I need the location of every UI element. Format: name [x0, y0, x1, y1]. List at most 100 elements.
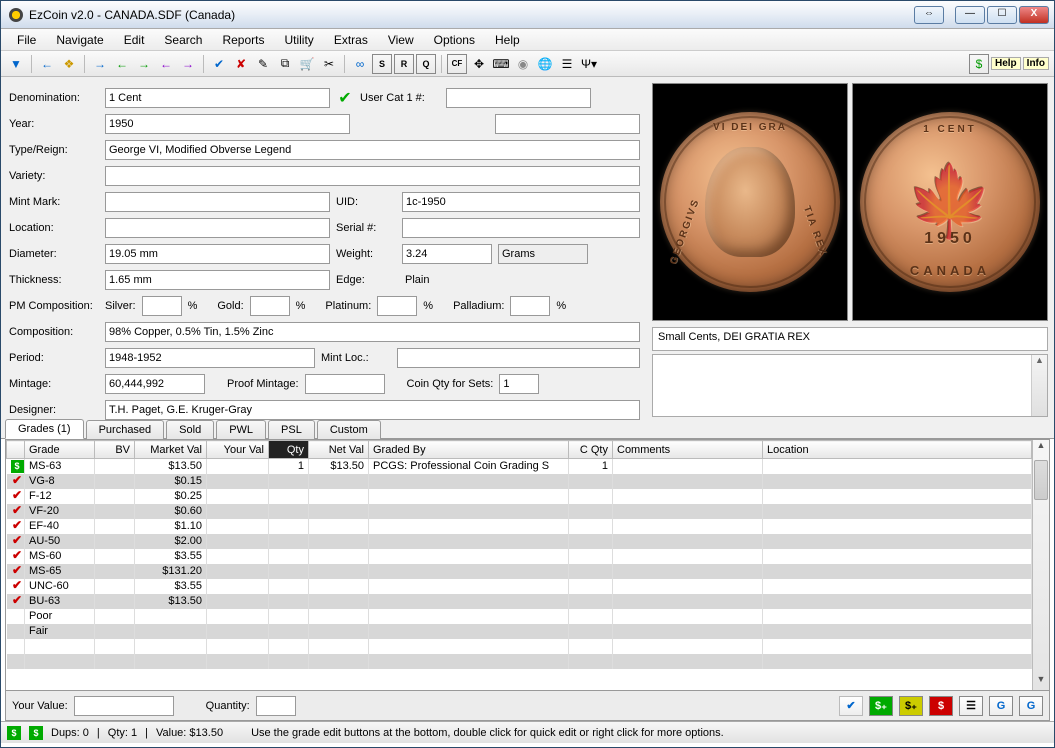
confirm-button[interactable]: ✔ [839, 696, 863, 716]
menu-search[interactable]: Search [154, 30, 212, 50]
remove-money-button[interactable]: $ [929, 696, 953, 716]
thickness-input[interactable] [105, 270, 330, 290]
platinum-input[interactable] [377, 296, 417, 316]
reverse-image[interactable]: 1 CENT 🍁 1950 CANADA [852, 83, 1048, 321]
link-icon[interactable]: ∞ [350, 54, 370, 74]
list-button[interactable]: ☰ [959, 696, 983, 716]
tab-custom[interactable]: Custom [317, 420, 381, 439]
col-header[interactable]: Graded By [369, 441, 569, 459]
notes-scrollbar[interactable]: ▲ [1031, 355, 1047, 416]
year-extra-input[interactable] [495, 114, 640, 134]
maximize-button[interactable]: ☐ [987, 6, 1017, 24]
status-money-icon-2[interactable]: $ [29, 726, 43, 740]
nav-target-icon[interactable]: ❖ [59, 54, 79, 74]
nav-fwd-blue-icon[interactable]: → [90, 54, 110, 74]
cancel-icon[interactable]: ✘ [231, 54, 251, 74]
coin-icon[interactable]: ◉ [513, 54, 533, 74]
grid-scrollbar[interactable]: ▲▼ [1032, 440, 1049, 690]
table-row[interactable]: Fair [7, 624, 1032, 639]
menu-options[interactable]: Options [424, 30, 485, 50]
col-header[interactable]: Comments [613, 441, 763, 459]
help-button[interactable]: Help [991, 57, 1021, 70]
col-header[interactable]: Your Val [207, 441, 269, 459]
info-button[interactable]: Info [1023, 57, 1049, 70]
menu-reports[interactable]: Reports [212, 30, 274, 50]
nav-fwd-purple-icon[interactable]: → [178, 54, 198, 74]
designer-input[interactable] [105, 400, 640, 420]
table-row[interactable]: $MS-63$13.501$13.50PCGS: Professional Co… [7, 459, 1032, 474]
list-icon[interactable]: ☰ [557, 54, 577, 74]
mintmark-select[interactable] [105, 192, 330, 212]
diameter-input[interactable] [105, 244, 330, 264]
add-money-yellow-button[interactable]: $₊ [899, 696, 923, 716]
serial-input[interactable] [402, 218, 640, 238]
menu-file[interactable]: File [7, 30, 46, 50]
add-money-button[interactable]: $₊ [869, 696, 893, 716]
psi-icon[interactable]: Ψ▾ [579, 54, 599, 74]
col-header[interactable]: Net Val [309, 441, 369, 459]
menu-view[interactable]: View [378, 30, 424, 50]
nav-back-green-icon[interactable]: ← [112, 54, 132, 74]
menu-navigate[interactable]: Navigate [46, 30, 113, 50]
edit-icon[interactable]: ✎ [253, 54, 273, 74]
year-select[interactable]: 1950 [105, 114, 350, 134]
table-row[interactable]: ✔MS-60$3.55 [7, 549, 1032, 564]
check-icon[interactable]: ✔ [209, 54, 229, 74]
table-row[interactable]: ✔EF-40$1.10 [7, 519, 1032, 534]
composition-input[interactable] [105, 322, 640, 342]
tab-purchased[interactable]: Purchased [86, 420, 165, 439]
nav-fwd-green-icon[interactable]: → [134, 54, 154, 74]
col-header[interactable]: Qty [269, 441, 309, 459]
move-button[interactable]: ⇔ [914, 6, 944, 24]
table-row[interactable]: ✔F-12$0.25 [7, 489, 1032, 504]
table-row[interactable]: Poor [7, 609, 1032, 624]
notes-box[interactable]: ▲ [652, 354, 1048, 417]
cf-button[interactable]: CF [447, 54, 467, 74]
weight-unit-select[interactable]: Grams [498, 244, 588, 264]
tab-psl[interactable]: PSL [268, 420, 315, 439]
menu-edit[interactable]: Edit [114, 30, 155, 50]
table-row[interactable]: ✔AU-50$2.00 [7, 534, 1032, 549]
g-button-1[interactable]: G [989, 696, 1013, 716]
table-row[interactable]: ✔BU-63$13.50 [7, 594, 1032, 609]
table-row[interactable]: ✔MS-65$131.20 [7, 564, 1032, 579]
variety-select[interactable] [105, 166, 640, 186]
colors-icon[interactable]: ✥ [469, 54, 489, 74]
location-select[interactable] [105, 218, 330, 238]
uid-input[interactable] [402, 192, 640, 212]
money-icon[interactable]: $ [969, 54, 989, 74]
table-row[interactable]: ✔VG-8$0.15 [7, 474, 1032, 489]
g-button-2[interactable]: G [1019, 696, 1043, 716]
table-row[interactable]: ✔UNC-60$3.55 [7, 579, 1032, 594]
denomination-select[interactable]: 1 Cent [105, 88, 330, 108]
menu-help[interactable]: Help [485, 30, 530, 50]
r-button[interactable]: R [394, 54, 414, 74]
palladium-input[interactable] [510, 296, 550, 316]
nav-back-icon[interactable]: ← [37, 54, 57, 74]
tab-sold[interactable]: Sold [166, 420, 214, 439]
col-header[interactable] [7, 441, 25, 459]
cart-icon[interactable]: 🛒 [297, 54, 317, 74]
col-header[interactable]: C Qty [569, 441, 613, 459]
silver-input[interactable] [142, 296, 182, 316]
user-cat-input[interactable] [446, 88, 591, 108]
setqty-input[interactable] [499, 374, 539, 394]
period-input[interactable] [105, 348, 315, 368]
col-header[interactable]: Market Val [135, 441, 207, 459]
gold-input[interactable] [250, 296, 290, 316]
your-value-input[interactable] [74, 696, 174, 716]
globe-icon[interactable]: 🌐 [535, 54, 555, 74]
status-money-icon-1[interactable]: $ [7, 726, 21, 740]
nav-back-purple-icon[interactable]: ← [156, 54, 176, 74]
keyboard-icon[interactable]: ⌨ [491, 54, 511, 74]
q-button[interactable]: Q [416, 54, 436, 74]
mintloc-input[interactable] [397, 348, 640, 368]
close-button[interactable]: X [1019, 6, 1049, 24]
tab-pwl[interactable]: PWL [216, 420, 266, 439]
tab-grades[interactable]: Grades (1) [5, 419, 84, 439]
filter-icon[interactable]: ▼ [6, 54, 26, 74]
col-header[interactable]: Grade [25, 441, 95, 459]
col-header[interactable]: BV [95, 441, 135, 459]
s-button[interactable]: S [372, 54, 392, 74]
minimize-button[interactable]: — [955, 6, 985, 24]
